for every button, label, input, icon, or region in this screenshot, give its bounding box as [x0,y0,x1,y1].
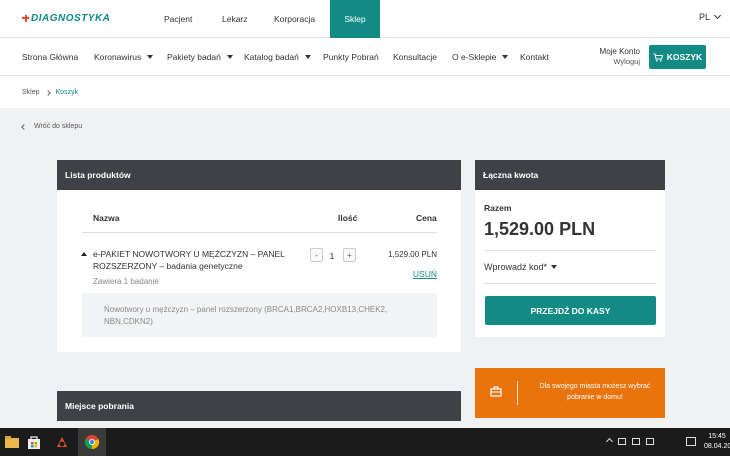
checkout-button[interactable]: PRZEJDŹ DO KASY [485,296,656,325]
breadcrumb: Sklep Koszyk [22,89,78,96]
nav-pacjent[interactable]: Pacjent [164,0,192,38]
back-to-shop-link[interactable]: Wróć do sklepu [21,123,82,130]
menu-kontakt[interactable]: Kontakt [520,52,549,62]
table-divider [82,232,437,233]
chevron-down-icon [713,11,722,20]
total-label: Razem [484,203,512,213]
cart-icon [653,53,663,62]
breadcrumb-sklep[interactable]: Sklep [22,89,40,96]
menu-punkty-pobran[interactable]: Punkty Pobrań [323,52,379,62]
quantity-value: 1 [329,251,335,261]
promo-text: Dla swojego miasta możesz wybrać pobrani… [539,383,651,401]
caret-down-icon [226,55,233,59]
top-header: DIAGNOSTYKA Pacjent Lekarz Korporacja Sk… [0,0,730,38]
language-selector[interactable]: PL [699,11,722,22]
product-list-title: Lista produktów [57,160,461,190]
nav-lekarz[interactable]: Lekarz [222,0,248,38]
account-block: Moje Konto Wyloguj [588,47,640,67]
caret-down-icon [304,55,311,59]
product-price: 1,529.00 PLN [388,250,437,259]
chevron-right-icon [44,89,51,96]
logo[interactable]: DIAGNOSTYKA [22,12,110,24]
total-amount: 1,529.00 PLN [484,219,596,239]
menu-strona-glowna[interactable]: Strona Główna [22,52,78,62]
logo-text: DIAGNOSTYKA [31,12,111,24]
menu-katalog-badan[interactable]: Katalog badań [244,52,311,62]
nav-korporacja[interactable]: Korporacja [274,0,315,38]
menu-konsultacje[interactable]: Konsultacje [393,52,437,62]
app-icon[interactable] [54,434,70,450]
pickup-location-card: Miejsce pobrania [57,391,461,421]
chrome-icon[interactable] [84,434,100,450]
store-icon[interactable] [26,434,42,450]
quantity-decrease-button[interactable]: - [310,248,323,262]
logout-link[interactable]: Wyloguj [588,57,640,67]
product-detail-text: Nowotwory u mężczyzn – panel rozszerzony… [104,305,388,326]
cross-icon [22,14,29,22]
nav-sklep[interactable]: Sklep [330,0,380,38]
column-quantity: Ilość [338,213,358,223]
my-account-link[interactable]: Moje Konto [588,47,640,57]
divider [484,250,656,251]
system-tray[interactable] [605,437,654,446]
menu-o-esklepie[interactable]: O e-Sklepie [452,52,509,62]
chevron-left-icon [21,123,27,130]
product-name: e-PAKIET NOWOTWORY U MĘŻCZYZN – PANEL RO… [93,249,285,271]
volume-icon[interactable] [646,438,654,445]
total-title: Łączna kwota [475,160,665,190]
windows-taskbar: 15:45 08.04.20 [0,428,730,456]
quantity-increase-button[interactable]: + [343,248,356,262]
home-kit-icon [490,385,502,397]
menu-koronawirus[interactable]: Koronawirus [94,52,154,62]
home-collection-banner[interactable]: Dla swojego miasta możesz wybrać pobrani… [475,368,665,418]
divider [484,283,656,284]
network-icon[interactable] [632,438,640,445]
enter-code-toggle[interactable]: Wprowadź kod* [484,262,558,272]
menu-pakiety-badan[interactable]: Pakiety badań [167,52,233,62]
main-menu: Strona Główna Koronawirus Pakiety badań … [0,38,730,76]
remove-button[interactable]: USUŃ [400,269,437,279]
caret-down-icon [551,265,558,269]
battery-icon[interactable] [618,438,626,445]
clock[interactable]: 15:45 08.04.20 [704,432,730,452]
cart-button[interactable]: KOSZYK [649,45,706,69]
caret-down-icon [147,55,154,59]
column-name: Nazwa [93,213,120,223]
pickup-title: Miejsce pobrania [57,391,461,421]
product-contains: Zawiera 1 badanie [93,277,159,286]
notification-icon[interactable] [686,437,696,446]
breadcrumb-area [0,76,730,108]
chevron-up-icon[interactable] [605,437,614,446]
breadcrumb-koszyk: Koszyk [55,89,79,96]
promo-divider [517,381,518,405]
start-folder-icon[interactable] [4,434,20,450]
column-price: Cena [416,213,437,223]
collapse-toggle-icon[interactable] [81,252,87,256]
caret-down-icon [502,55,509,59]
